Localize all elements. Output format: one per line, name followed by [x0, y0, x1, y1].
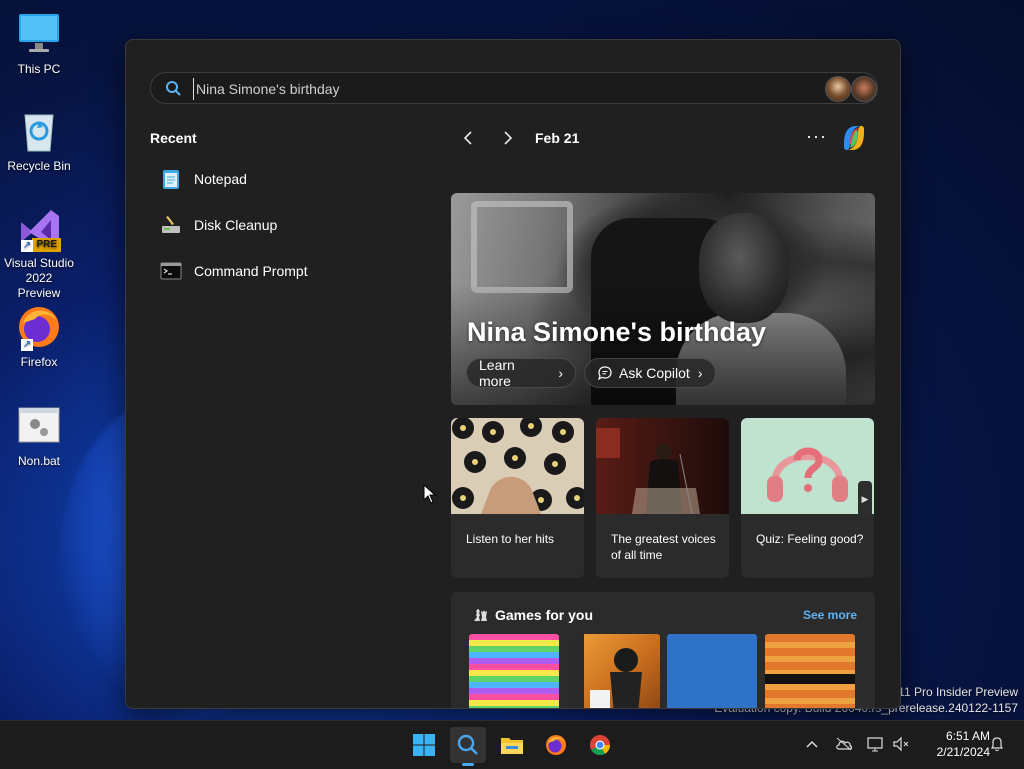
- folder-icon: [501, 738, 523, 754]
- search-panel: Recent Notepad Disk Cleanup Command Prom…: [125, 39, 901, 709]
- game-tile-blue[interactable]: [667, 634, 757, 708]
- notifications-button[interactable]: [988, 735, 1006, 753]
- hero-card[interactable]: Nina Simone's birthday Learn more › Ask …: [451, 193, 875, 405]
- games-scroll-right-button[interactable]: ▶: [857, 698, 871, 708]
- recent-item-label: Command Prompt: [194, 263, 308, 279]
- card-image-vinyl-records: [451, 418, 584, 514]
- card-caption: Listen to her hits: [466, 532, 555, 546]
- firefox-icon: ↗: [15, 303, 63, 351]
- monitor-icon: [15, 10, 63, 58]
- more-options-button[interactable]: ···: [806, 126, 827, 147]
- chrome-taskbar-button[interactable]: [582, 727, 618, 763]
- onedrive-icon[interactable]: [835, 735, 853, 753]
- chevron-up-icon: [806, 740, 818, 748]
- clock-date: 2/21/2024: [936, 745, 990, 759]
- command-prompt-icon: [160, 260, 182, 282]
- network-icon[interactable]: [867, 735, 885, 753]
- recent-item-notepad[interactable]: Notepad: [160, 165, 247, 193]
- card-caption: Quiz: Feeling good?: [756, 532, 864, 546]
- chess-pieces-icon: [471, 605, 489, 623]
- clock[interactable]: 6:51 AM 2/21/2024: [920, 728, 990, 760]
- recent-item-command-prompt[interactable]: Command Prompt: [160, 257, 308, 285]
- search-icon: [457, 734, 478, 755]
- firefox-taskbar-button[interactable]: [538, 727, 574, 763]
- card-image-headphones-question: [741, 418, 874, 514]
- bell-icon: [991, 737, 1003, 752]
- taskbar: 6:51 AM 2/21/2024: [0, 720, 1024, 769]
- search-icon: [165, 80, 181, 96]
- desktop-icon-label: Visual Studio 2022 Preview: [4, 256, 74, 300]
- hero-title: Nina Simone's birthday: [467, 317, 766, 347]
- mouse-cursor-icon: [423, 484, 437, 504]
- next-day-button[interactable]: [498, 128, 518, 148]
- recent-item-disk-cleanup[interactable]: Disk Cleanup: [160, 211, 277, 239]
- game-tile-stripe: [765, 674, 855, 684]
- visual-studio-icon: PRE ↗: [15, 204, 63, 252]
- previous-day-button[interactable]: [458, 128, 478, 148]
- learn-more-button[interactable]: Learn more ›: [466, 357, 576, 389]
- clock-time: 6:51 AM: [945, 729, 990, 743]
- desktop-icon-label: This PC: [17, 62, 61, 76]
- game-tile-chess[interactable]: [570, 634, 660, 708]
- desktop-icon-firefox[interactable]: ↗ Firefox: [4, 303, 74, 370]
- chevron-right-icon: [504, 131, 513, 145]
- hero-image-frame: [471, 201, 573, 293]
- cards-scroll-right-button[interactable]: ▶: [858, 481, 872, 517]
- chat-bubble-icon: [597, 365, 613, 381]
- desktop-icon-label: Recycle Bin: [7, 159, 71, 173]
- recent-item-label: Notepad: [194, 171, 247, 187]
- disk-cleanup-icon: [160, 214, 182, 236]
- show-hidden-icons-button[interactable]: [803, 735, 821, 753]
- preview-badge: PRE: [32, 238, 61, 252]
- shortcut-arrow-icon: ↗: [21, 240, 33, 252]
- firefox-icon: [546, 735, 566, 755]
- card-listen-to-her-hits[interactable]: Listen to her hits: [451, 418, 584, 578]
- game-tile-orange[interactable]: [765, 634, 855, 708]
- date-label: Feb 21: [535, 130, 580, 146]
- desktop-icon-visual-studio[interactable]: PRE ↗ Visual Studio 2022 Preview: [4, 204, 74, 301]
- card-quiz-feeling-good[interactable]: Quiz: Feeling good?: [741, 418, 874, 578]
- card-image-singer-on-stage: [596, 418, 729, 514]
- recent-heading: Recent: [150, 130, 197, 146]
- recent-item-label: Disk Cleanup: [194, 217, 278, 233]
- chrome-icon: [590, 735, 611, 756]
- games-section: Games for you See more ▶: [451, 592, 875, 708]
- card-greatest-voices[interactable]: The greatest voices of all time: [596, 418, 729, 578]
- avatar-copilot-image[interactable]: [851, 76, 877, 102]
- file-explorer-button[interactable]: [494, 727, 530, 763]
- copilot-icon[interactable]: [838, 122, 870, 154]
- see-more-link[interactable]: See more: [803, 608, 857, 622]
- desktop-icon-label: Firefox: [20, 355, 58, 369]
- desktop-icon-label: Non.bat: [17, 454, 61, 468]
- shortcut-arrow-icon: ↗: [21, 339, 33, 351]
- notepad-icon: [160, 168, 182, 190]
- volume-muted-icon[interactable]: [892, 735, 910, 753]
- chevron-right-icon: ›: [558, 365, 563, 381]
- taskbar-search-button[interactable]: [450, 727, 486, 766]
- desktop-icon-this-pc[interactable]: This PC: [4, 10, 74, 77]
- avatar-nina-simone[interactable]: [825, 76, 851, 102]
- chevron-right-icon: ›: [697, 365, 703, 381]
- search-input[interactable]: [193, 78, 798, 100]
- recycle-bin-icon: [15, 107, 63, 155]
- desktop-icon-non-bat[interactable]: Non.bat: [4, 402, 74, 469]
- card-caption: The greatest voices of all time: [611, 532, 716, 562]
- windows-logo-icon: [413, 734, 435, 756]
- ask-copilot-button[interactable]: Ask Copilot ›: [584, 358, 716, 388]
- search-box[interactable]: [150, 72, 878, 104]
- game-tile-color-stripes[interactable]: [469, 634, 559, 708]
- chevron-left-icon: [463, 131, 472, 145]
- start-button[interactable]: [406, 727, 442, 763]
- active-indicator: [462, 763, 474, 766]
- batch-file-icon: [15, 402, 63, 450]
- games-heading: Games for you: [495, 607, 594, 623]
- desktop-icon-recycle-bin[interactable]: Recycle Bin: [4, 107, 74, 174]
